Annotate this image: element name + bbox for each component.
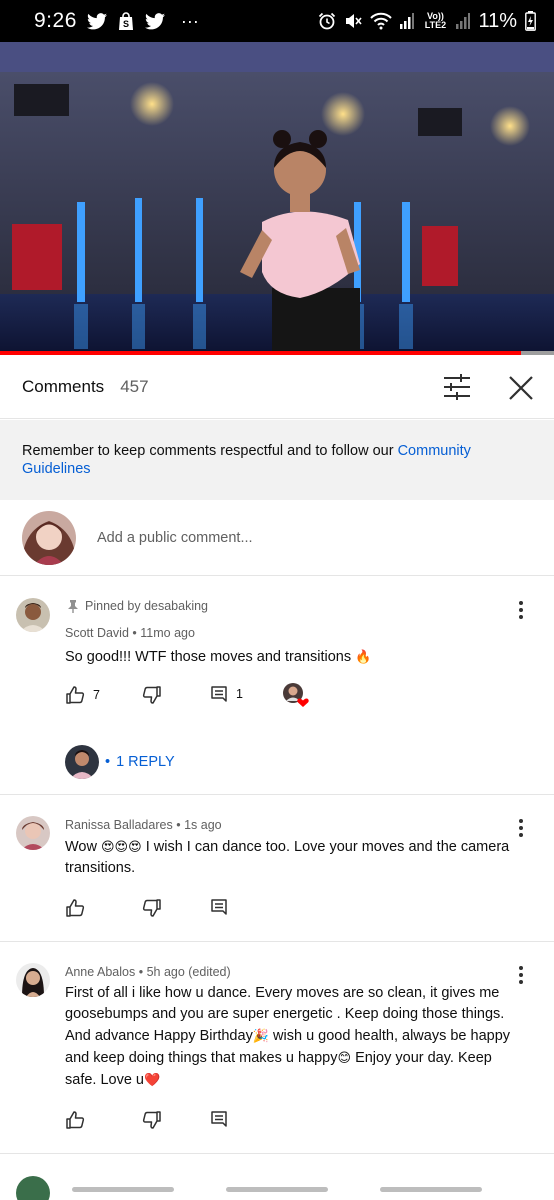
comment-author[interactable]: Scott David xyxy=(65,626,129,640)
reply-button[interactable] xyxy=(210,1110,228,1128)
pin-icon xyxy=(68,600,78,613)
fire-emoji: 🔥 xyxy=(355,649,372,664)
comment-time: 5h ago (edited) xyxy=(146,965,231,979)
more-vert-icon[interactable] xyxy=(512,963,530,987)
party-popper-emoji: 🎉 xyxy=(252,1028,270,1043)
like-count: 7 xyxy=(93,688,100,702)
add-comment-input[interactable]: Add a public comment... xyxy=(97,530,253,546)
comment-item: Pinned by desabaking Scott David • 11mo … xyxy=(0,576,554,795)
comment-actions: 7 1 xyxy=(65,682,535,710)
avatar[interactable] xyxy=(16,816,50,850)
comment-item: Ranissa Balladares • 1s ago Wow 😍😍😍 I wi… xyxy=(0,795,554,942)
comment-body: So good!!! WTF those moves and transitio… xyxy=(65,649,356,665)
shopping-bag-icon: S xyxy=(117,11,135,31)
reply-link-text[interactable]: 1 REPLY xyxy=(116,754,175,770)
comment-icon xyxy=(211,899,227,915)
notice-text: Remember to keep comments respectful and… xyxy=(22,443,398,459)
avatar[interactable] xyxy=(16,598,50,632)
heart-emoji: ❤️ xyxy=(144,1072,161,1087)
comment-author[interactable]: Ranissa Balladares xyxy=(65,818,173,832)
wifi-icon xyxy=(370,12,393,30)
battery-percent: 11% xyxy=(478,9,517,32)
video-frame xyxy=(0,42,554,355)
meta-separator: • xyxy=(138,965,144,979)
twitter-icon xyxy=(86,12,107,30)
thumbs-up-icon xyxy=(66,1111,85,1129)
dislike-button[interactable] xyxy=(142,1110,162,1130)
more-dots-icon: ··· xyxy=(180,10,199,31)
signal-icon xyxy=(456,13,471,29)
meta-separator: • xyxy=(132,626,137,640)
comment-item: Anne Abalos • 5h ago (edited) First of a… xyxy=(0,942,554,1154)
avatar[interactable] xyxy=(16,963,50,997)
avatar xyxy=(65,745,99,779)
nav-bar-back[interactable] xyxy=(380,1187,482,1192)
thumbs-down-icon xyxy=(142,1111,161,1129)
dislike-button[interactable] xyxy=(142,685,162,705)
more-vert-icon[interactable] xyxy=(512,816,530,840)
comment-icon xyxy=(211,686,227,702)
comments-count: 457 xyxy=(120,376,149,396)
smile-emoji: 😊 xyxy=(337,1050,352,1065)
battery-icon xyxy=(525,11,536,31)
signal-icon xyxy=(400,13,415,29)
alarm-icon xyxy=(318,12,336,30)
thumbs-up-icon xyxy=(66,686,85,704)
status-time: 9:26 xyxy=(34,9,77,32)
comments-title: Comments xyxy=(22,376,105,396)
mute-icon xyxy=(344,12,363,30)
status-bar: 9:26 S ··· Vo)) LTE2 11% xyxy=(0,0,554,42)
comment-body: Wow xyxy=(65,839,101,855)
comment-meta: Ranissa Balladares • 1s ago xyxy=(65,818,222,832)
avatar[interactable] xyxy=(16,1176,50,1200)
reply-count: 1 xyxy=(236,687,243,701)
avatar xyxy=(22,510,76,565)
add-comment-row: Add a public comment... xyxy=(0,500,554,576)
comments-header: Comments 457 xyxy=(0,355,554,419)
community-guidelines-notice: Remember to keep comments respectful and… xyxy=(0,420,554,500)
comment-text: First of all i like how u dance. Every m… xyxy=(65,983,525,1091)
like-button[interactable]: 7 xyxy=(65,685,100,705)
more-vert-icon[interactable] xyxy=(512,598,530,622)
comment-author[interactable]: Anne Abalos xyxy=(65,965,135,979)
thumbs-down-icon xyxy=(142,899,161,917)
comment-text: Wow 😍😍😍 I wish I can dance too. Love you… xyxy=(65,836,525,879)
close-icon[interactable] xyxy=(506,373,536,403)
heart-eyes-emoji: 😍😍😍 xyxy=(101,839,142,854)
comment-meta: Anne Abalos • 5h ago (edited) xyxy=(65,965,231,979)
pinned-text: Pinned by desabaking xyxy=(85,599,209,613)
reply-link-dot: • xyxy=(105,754,111,770)
pinned-label: Pinned by desabaking xyxy=(67,599,208,613)
twitter-icon xyxy=(144,12,165,30)
reply-button[interactable] xyxy=(210,898,228,916)
creator-heart-icon xyxy=(282,682,312,710)
comment-icon xyxy=(211,1111,227,1127)
thumbs-up-icon xyxy=(66,899,85,917)
comment-actions xyxy=(65,898,535,922)
nav-bar-recent[interactable] xyxy=(72,1187,174,1192)
svg-text:S: S xyxy=(123,19,129,29)
reply-button[interactable]: 1 xyxy=(210,685,243,703)
comment-text: So good!!! WTF those moves and transitio… xyxy=(65,646,525,668)
sliders-icon[interactable] xyxy=(442,373,472,401)
like-button[interactable] xyxy=(65,1110,85,1130)
comment-actions xyxy=(65,1110,535,1134)
comment-time: 11mo ago xyxy=(140,626,195,640)
comment-meta: Scott David • 11mo ago xyxy=(65,626,195,640)
nav-bar-home[interactable] xyxy=(226,1187,328,1192)
like-button[interactable] xyxy=(65,898,85,918)
meta-separator: • xyxy=(176,818,181,832)
view-replies-link[interactable]: • 1 REPLY xyxy=(65,745,175,779)
volte-lte2-icon: Vo)) LTE2 xyxy=(424,11,447,30)
dislike-button[interactable] xyxy=(142,898,162,918)
thumbs-down-icon xyxy=(142,686,161,704)
comment-time: 1s ago xyxy=(184,818,222,832)
video-player[interactable] xyxy=(0,42,554,355)
